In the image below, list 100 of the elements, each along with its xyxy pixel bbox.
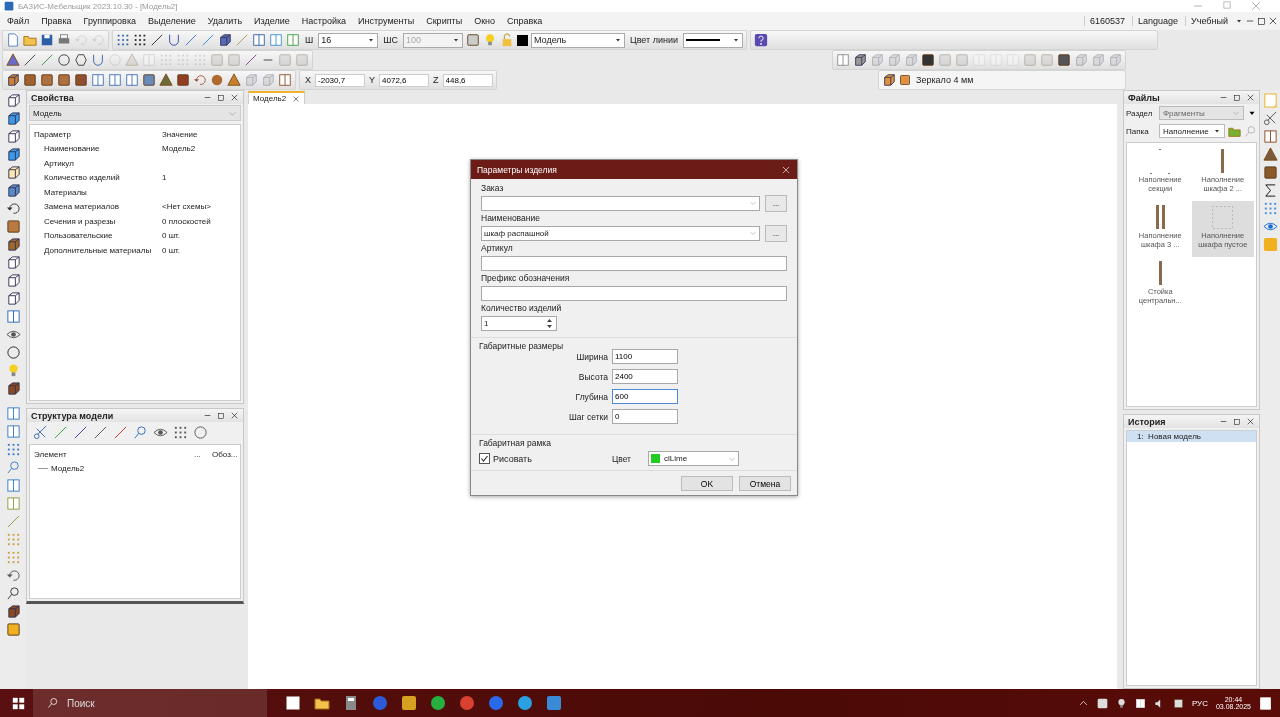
box-icon[interactable] [1057,53,1071,67]
menu-item[interactable]: Справка [502,16,548,26]
tile-icon[interactable] [401,695,417,711]
maximize-icon[interactable] [217,411,225,420]
menu-item[interactable]: Выделение [143,16,201,26]
app-icon[interactable] [372,695,388,711]
browse-button[interactable]: ... [765,224,787,242]
folder-icon[interactable] [314,695,330,711]
search-icon[interactable] [5,460,21,475]
tile-icon[interactable] [1096,697,1108,709]
box-icon[interactable] [23,73,37,87]
layer-select[interactable]: Модель [531,32,625,48]
line-icon[interactable] [93,424,108,440]
print-icon[interactable] [57,33,71,47]
menu-item[interactable]: Изделие [249,16,295,26]
pyramid-icon[interactable] [1262,147,1278,162]
magnet-icon[interactable] [91,53,105,67]
close-icon[interactable] [230,93,239,102]
mode-menu[interactable]: Учебный [1185,16,1233,26]
grid-icon[interactable] [173,424,188,440]
tile-icon[interactable] [1262,237,1278,252]
cube-icon[interactable] [6,73,20,87]
line-icon[interactable] [244,53,258,67]
app-icon[interactable] [488,695,504,711]
combo-field[interactable]: шкаф распашной [481,225,760,241]
cube-icon[interactable] [5,183,21,198]
doc-icon[interactable] [6,33,20,47]
line-style-select[interactable] [683,32,743,48]
cancel-button[interactable]: Отмена [739,476,791,491]
close-icon[interactable] [781,164,791,175]
maximize-icon[interactable] [217,93,225,102]
close-icon[interactable] [1246,93,1255,102]
coordinate-field[interactable]: 448,6 [442,73,493,87]
undo-icon[interactable] [193,73,207,87]
restore-icon[interactable] [1257,16,1266,26]
text-field[interactable] [481,255,787,271]
object-select[interactable]: Модель [29,105,241,121]
tree-item[interactable]: Модель2 [51,464,85,474]
coordinate-field[interactable]: 4072,6 [379,73,430,87]
grid-icon[interactable] [133,33,147,47]
menu-item[interactable]: Настройка [296,16,352,26]
history-item[interactable]: 1: Новая модель [1127,431,1256,442]
spin-field[interactable]: 1 [481,315,557,331]
app-icon[interactable] [459,695,475,711]
circle-icon[interactable] [5,345,21,360]
cube-icon[interactable] [5,165,21,180]
dimension-field[interactable]: 0 [612,409,678,424]
line-icon[interactable] [23,53,37,67]
grid-icon[interactable] [116,33,130,47]
cube-icon[interactable] [5,237,21,252]
scissors-icon[interactable] [1262,111,1278,126]
color-select[interactable]: clLime [648,451,739,466]
save-icon[interactable] [40,33,54,47]
coordinate-field[interactable]: -2030,7 [315,73,365,87]
scissors-icon[interactable] [33,424,48,440]
language-indicator[interactable]: РУС [1191,698,1208,708]
cube-icon[interactable] [5,111,21,126]
menu-item[interactable]: Удалить [202,16,248,26]
box-icon[interactable] [176,73,190,87]
cube-icon[interactable] [5,273,21,288]
document-tab[interactable]: Модель2 [248,91,306,104]
cube-icon[interactable] [5,381,21,396]
line-icon[interactable] [150,33,164,47]
text-field[interactable] [481,285,787,301]
language-menu[interactable]: Language [1132,16,1184,26]
undo-icon[interactable] [5,568,21,583]
spin-arrows-icon[interactable] [545,316,554,330]
close-icon[interactable] [1246,417,1255,426]
pyramid-icon[interactable] [227,73,241,87]
cube-icon[interactable] [5,129,21,144]
cube-icon[interactable] [5,93,21,108]
help-icon[interactable] [754,33,768,47]
bulb-icon[interactable] [1115,697,1127,709]
menu-item[interactable]: Группировка [78,16,142,26]
box-icon[interactable] [921,53,935,67]
line-icon[interactable] [113,424,128,440]
cube-icon[interactable] [5,147,21,162]
maximize-icon[interactable] [1233,417,1241,426]
close-icon[interactable] [230,411,239,420]
menu-item[interactable]: Правка [36,16,77,26]
sphere-icon[interactable] [210,73,224,87]
app-icon[interactable] [430,695,446,711]
hex-icon[interactable] [74,53,88,67]
menu-item[interactable]: Инструменты [353,16,420,26]
checkbox[interactable] [479,453,490,464]
caret-icon[interactable] [1235,17,1243,25]
dimension-field[interactable]: 2400 [612,369,678,384]
line-icon[interactable] [73,424,88,440]
width-select[interactable]: 16 [318,32,379,48]
dimension-field[interactable]: 600 [612,389,678,404]
box-icon[interactable] [1172,697,1184,709]
box-icon[interactable] [74,73,88,87]
material-icon[interactable] [882,73,896,87]
pyramid-icon[interactable] [159,73,173,87]
menu-item[interactable]: Окно [469,16,501,26]
sigma-icon[interactable] [1262,183,1278,198]
cube-icon[interactable] [853,53,867,67]
tile-icon[interactable] [546,695,562,711]
menu-item[interactable]: Файл [2,16,35,26]
combo-field[interactable] [481,195,760,211]
